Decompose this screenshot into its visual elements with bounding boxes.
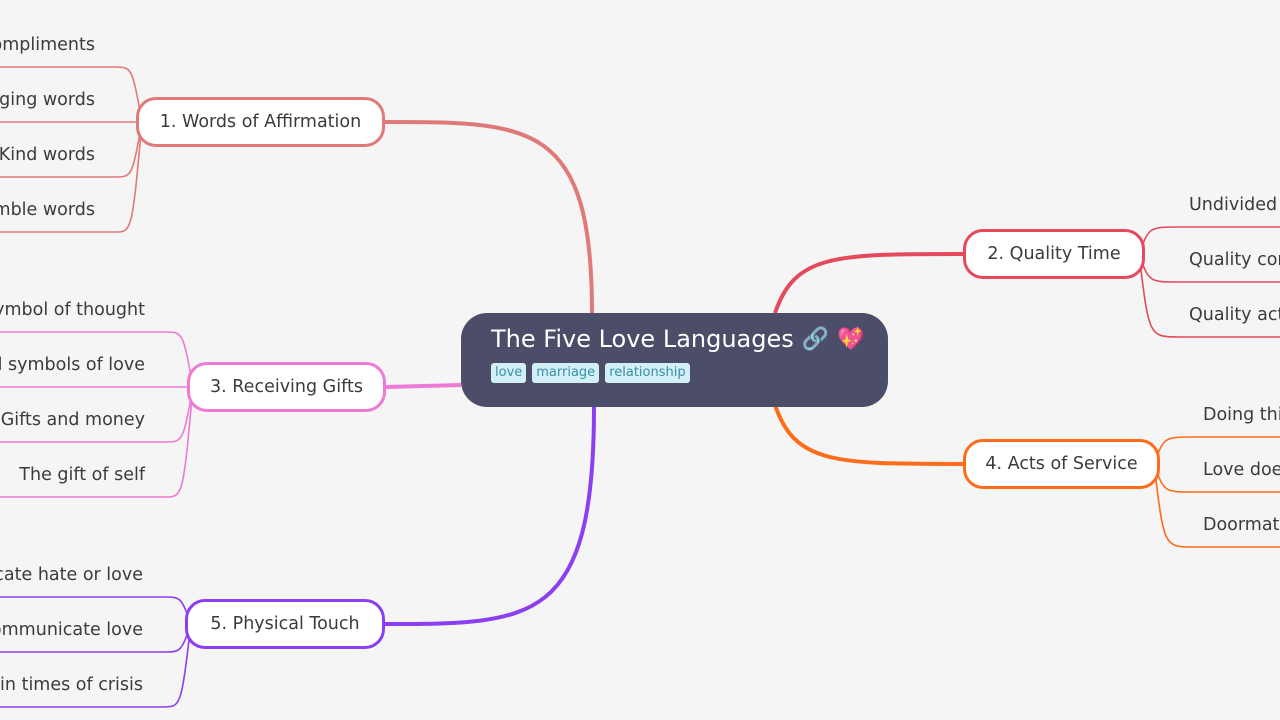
subtopic[interactable]: Gifts and money — [1, 409, 145, 431]
subtopic[interactable]: aging words — [0, 89, 95, 111]
subtopic[interactable]: icate hate or love — [0, 564, 143, 586]
tag-relationship[interactable]: relationship — [605, 363, 690, 383]
subtopic[interactable]: Doing thi — [1203, 404, 1280, 426]
connector-1 — [384, 120, 594, 314]
sparkling-heart-icon: 💖 — [837, 326, 865, 352]
subtopic[interactable]: Kind words — [0, 144, 95, 166]
connector-3 — [385, 383, 462, 389]
branch-label: 1. Words of Affirmation — [159, 112, 362, 132]
connector-2 — [773, 252, 964, 314]
branch-topic-2[interactable]: 2. Quality Time — [963, 229, 1145, 279]
connector-4 — [773, 404, 964, 466]
subtopic[interactable]: mble words — [0, 199, 95, 221]
root-topic[interactable]: The Five Love Languages 🔗 💖 love marriag… — [461, 313, 888, 407]
branch-topic-5[interactable]: 5. Physical Touch — [185, 599, 385, 649]
branch-label: 3. Receiving Gifts — [210, 377, 363, 397]
connector-5 — [384, 406, 596, 626]
subtopic[interactable]: Love does — [1203, 459, 1280, 481]
subtopic[interactable]: al symbols of love — [0, 354, 145, 376]
branch-label: 5. Physical Touch — [210, 614, 360, 634]
tag-list: love marriage relationship — [491, 363, 888, 383]
tag-marriage[interactable]: marriage — [532, 363, 600, 383]
subtopic[interactable]: n in times of crisis — [0, 674, 143, 696]
subtopic[interactable]: Undivided — [1189, 194, 1277, 216]
subtopic[interactable]: Quality cor — [1189, 249, 1280, 271]
subtopic[interactable]: Doormat — [1203, 514, 1279, 536]
branch-label: 2. Quality Time — [987, 244, 1121, 264]
link-icon[interactable]: 🔗 — [802, 327, 829, 352]
tag-love[interactable]: love — [491, 363, 527, 383]
branch-topic-3[interactable]: 3. Receiving Gifts — [187, 362, 386, 412]
subtopic[interactable]: ymbol of thought — [0, 299, 145, 321]
branch-topic-4[interactable]: 4. Acts of Service — [963, 439, 1160, 489]
subtopic[interactable]: The gift of self — [19, 464, 145, 486]
branch-topic-1[interactable]: 1. Words of Affirmation — [136, 97, 385, 147]
root-title: The Five Love Languages — [491, 325, 794, 353]
branch-label: 4. Acts of Service — [985, 454, 1138, 474]
subtopic[interactable]: Quality act — [1189, 304, 1280, 326]
subtopic[interactable]: ompliments — [0, 34, 95, 56]
subtopic[interactable]: ommunicate love — [0, 619, 143, 641]
